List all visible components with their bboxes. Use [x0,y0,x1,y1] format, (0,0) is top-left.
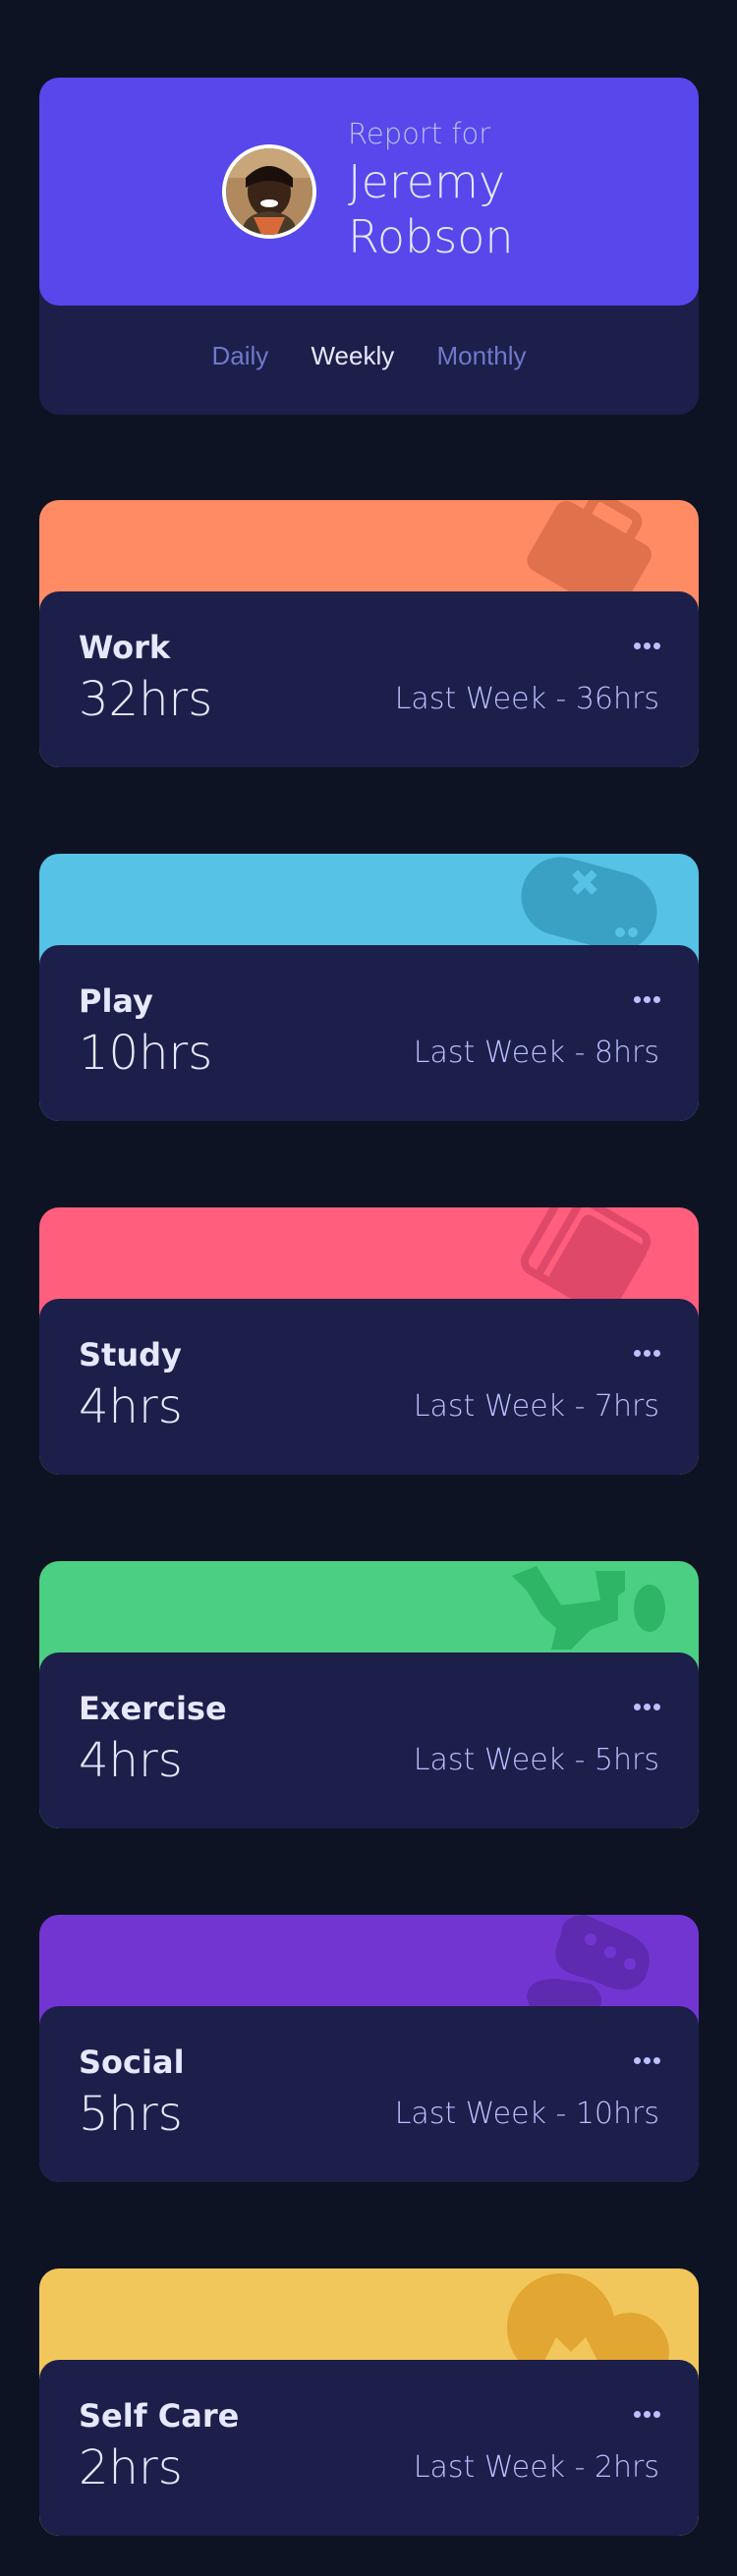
period-daily[interactable]: Daily [211,341,268,371]
activity-hours: 5hrs [79,2087,183,2142]
activity-card-play: Play 10hrs Last Week - 8hrs [39,854,699,1121]
activity-previous: Last Week - 36hrs [394,682,659,716]
activity-card-study: Study 4hrs Last Week - 7hrs [39,1207,699,1475]
activity-title: Play [79,982,153,1020]
activity-title: Social [79,2044,185,2081]
period-monthly[interactable]: Monthly [437,341,527,371]
profile-card: Report for Jeremy Robson Daily Weekly Mo… [39,78,699,415]
activity-hours: 4hrs [79,1379,183,1434]
activity-title: Exercise [79,1690,227,1727]
options-icon[interactable] [634,1350,660,1358]
activity-body[interactable]: Social 5hrs Last Week - 10hrs [39,2006,699,2182]
options-icon[interactable] [634,996,660,1004]
options-icon[interactable] [634,643,660,650]
report-for-label: Report for [348,117,491,150]
activity-previous: Last Week - 2hrs [413,2450,659,2485]
period-weekly[interactable]: Weekly [311,341,394,371]
activity-title: Study [79,1336,182,1373]
activity-hours: 32hrs [79,672,213,727]
options-icon[interactable] [634,2411,660,2419]
options-icon[interactable] [634,1704,660,1711]
activity-hours: 4hrs [79,1733,183,1788]
activity-title: Self Care [79,2397,240,2435]
activity-card-self-care: Self Care 2hrs Last Week - 2hrs [39,2268,699,2536]
activity-previous: Last Week - 7hrs [413,1389,659,1424]
options-icon[interactable] [634,2057,660,2065]
briefcase-icon [527,500,652,598]
activity-title: Work [79,629,171,666]
gamepad-icon [521,857,657,951]
speech-bubble-icon [527,1915,650,2013]
activity-hours: 2hrs [79,2440,183,2495]
activity-card-social: Social 5hrs Last Week - 10hrs [39,1915,699,2182]
activity-body[interactable]: Study 4hrs Last Week - 7hrs [39,1299,699,1475]
book-icon [520,1207,652,1306]
activity-previous: Last Week - 5hrs [413,1743,659,1777]
activity-body[interactable]: Exercise 4hrs Last Week - 5hrs [39,1652,699,1828]
running-person-icon [512,1566,665,1650]
activity-body[interactable]: Self Care 2hrs Last Week - 2hrs [39,2360,699,2536]
activity-previous: Last Week - 8hrs [413,1036,659,1070]
activity-body[interactable]: Play 10hrs Last Week - 8hrs [39,945,699,1121]
activity-card-exercise: Exercise 4hrs Last Week - 5hrs [39,1561,699,1828]
avatar [222,144,316,239]
user-name: Jeremy Robson [348,155,514,263]
period-selector: Daily Weekly Monthly [39,341,699,371]
activity-card-work: Work 32hrs Last Week - 36hrs [39,500,699,767]
activity-previous: Last Week - 10hrs [394,2097,659,2131]
heart-icon [507,2273,669,2367]
activity-body[interactable]: Work 32hrs Last Week - 36hrs [39,591,699,767]
activity-hours: 10hrs [79,1026,213,1081]
profile-header: Report for Jeremy Robson [39,78,699,306]
